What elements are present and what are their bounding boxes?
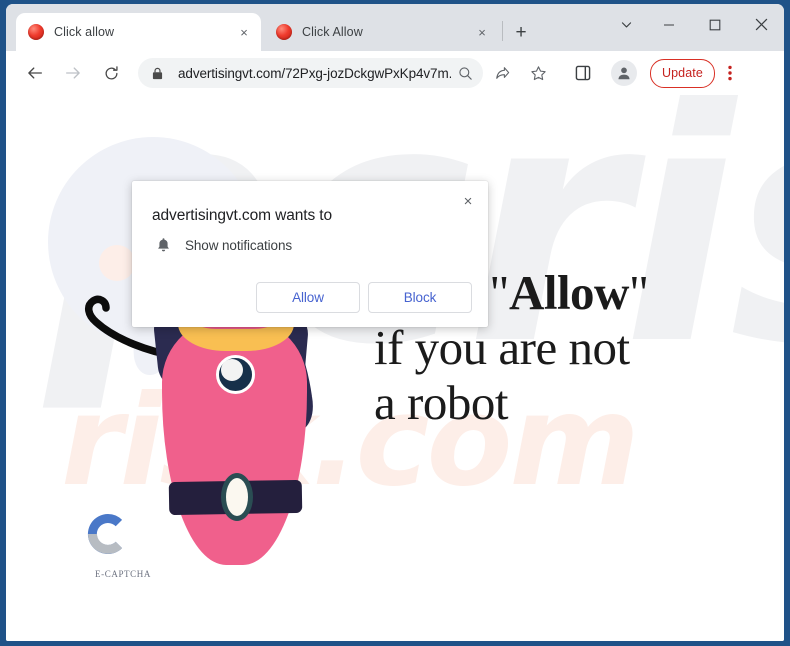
tab-strip: Click allow × Click Allow × + [6, 4, 784, 51]
robot-body [162, 315, 307, 565]
allow-button[interactable]: Allow [256, 282, 360, 313]
headline-line-2: if you are not [374, 320, 630, 375]
browser-window: Click allow × Click Allow × + advertisin… [6, 4, 784, 641]
browser-tab-click-allow-2[interactable]: Click Allow × [264, 13, 499, 51]
chevron-down-icon[interactable] [606, 4, 646, 45]
captcha-logo: E-CAPTCHA [84, 510, 162, 579]
star-icon[interactable] [523, 58, 553, 88]
dialog-permission-label: Show notifications [185, 237, 293, 253]
new-tab-button[interactable]: + [508, 19, 534, 45]
search-icon[interactable] [455, 66, 475, 81]
dialog-permission-row: Show notifications [152, 237, 292, 253]
lock-icon [152, 67, 166, 80]
browser-toolbar: advertisingvt.com/72Pxg-jozDckgwPxKp4v7m… [6, 51, 784, 95]
captcha-label: E-CAPTCHA [95, 569, 151, 579]
three-dot-menu-icon[interactable] [717, 58, 743, 88]
dialog-title: advertisingvt.com wants to [152, 207, 333, 224]
tab-title: Click allow [54, 25, 115, 39]
back-arrow-icon[interactable] [20, 58, 50, 88]
reload-icon[interactable] [96, 58, 126, 88]
update-button[interactable]: Update [650, 58, 715, 88]
dialog-actions: Allow Block [256, 282, 472, 313]
tab-title: Click Allow [302, 25, 363, 39]
close-icon[interactable] [738, 4, 784, 45]
block-button[interactable]: Block [368, 282, 472, 313]
headline-quote-close: " [628, 265, 649, 320]
maximize-icon[interactable] [692, 4, 738, 45]
c-captcha-icon [87, 513, 123, 554]
tab-close-icon[interactable]: × [473, 23, 491, 41]
profile-avatar[interactable] [611, 60, 637, 86]
bell-icon [152, 237, 174, 253]
browser-tab-click-allow-1[interactable]: Click allow × [16, 13, 261, 51]
headline-quote-open: " [489, 265, 509, 320]
browser-window-frame: Click allow × Click Allow × + advertisin… [0, 0, 790, 646]
dialog-close-icon[interactable]: × [456, 189, 480, 213]
address-bar-url: advertisingvt.com/72Pxg-jozDckgwPxKp4v7m… [178, 65, 451, 81]
tab-close-icon[interactable]: × [235, 23, 253, 41]
share-icon[interactable] [486, 58, 516, 88]
headline-line-3: a robot [374, 375, 508, 430]
headline-allow-word: Allow [508, 265, 630, 320]
minimize-icon[interactable] [646, 4, 692, 45]
address-bar[interactable]: advertisingvt.com/72Pxg-jozDckgwPxKp4v7m… [138, 58, 483, 88]
page-viewport: pcrisk risk.com [6, 95, 784, 641]
tab-divider [502, 21, 503, 41]
forward-arrow-icon[interactable] [58, 58, 88, 88]
update-button-label: Update [662, 66, 703, 80]
tab-favicon-icon [28, 24, 44, 40]
robot-chest-highlight [221, 359, 243, 381]
window-controls [606, 4, 784, 45]
robot-buckle [226, 478, 248, 516]
notification-permission-dialog: × advertisingvt.com wants to Show notifi… [132, 181, 488, 327]
tab-favicon-icon [276, 24, 292, 40]
side-panel-icon[interactable] [568, 58, 598, 88]
